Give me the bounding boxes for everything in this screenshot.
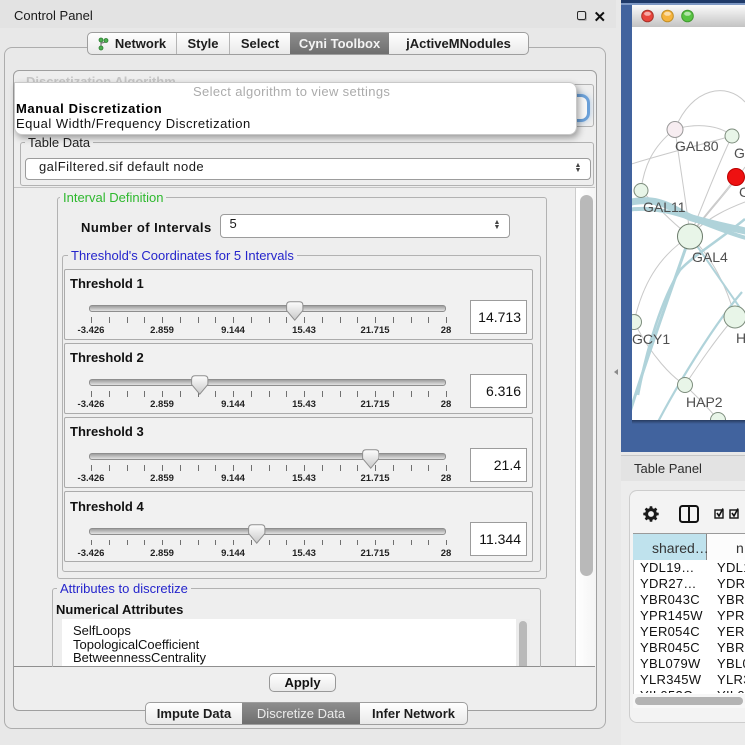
svg-text:H: H xyxy=(736,330,745,346)
svg-text:GCY1: GCY1 xyxy=(632,331,670,347)
svg-text:GAL80: GAL80 xyxy=(675,138,719,154)
svg-text:GA: GA xyxy=(734,145,745,161)
svg-text:C: C xyxy=(739,184,745,200)
svg-text:GAL4: GAL4 xyxy=(692,249,728,265)
svg-text:GAL11: GAL11 xyxy=(643,199,686,215)
svg-text:HAP2: HAP2 xyxy=(686,394,723,410)
